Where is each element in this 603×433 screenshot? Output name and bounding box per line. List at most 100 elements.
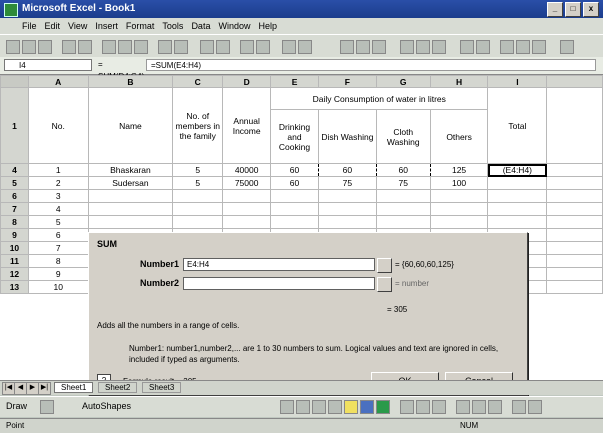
header-drinking[interactable]: Drinking and Cooking [270,109,319,164]
row-header[interactable]: 13 [0,280,29,294]
row-header[interactable]: 5 [0,176,29,190]
row-header[interactable]: 11 [0,254,29,268]
cell-no[interactable]: 8 [27,254,89,268]
cell-name[interactable]: Sudersan [87,176,174,190]
align-right-icon[interactable] [432,40,446,54]
underline-icon[interactable] [372,40,386,54]
menu-tools[interactable]: Tools [162,21,183,31]
align-center-icon[interactable] [416,40,430,54]
row-header-1-3[interactable]: 1 [0,87,29,164]
header-name[interactable]: Name [87,87,174,164]
header-total[interactable]: Total [487,87,548,164]
header-others[interactable]: Others [429,109,489,164]
menu-file[interactable]: File [22,21,37,31]
menu-window[interactable]: Window [218,21,250,31]
close-button[interactable]: x [583,2,599,17]
drawing-icon[interactable] [298,40,312,54]
menu-edit[interactable]: Edit [45,21,61,31]
autoshapes-menu[interactable]: AutoShapes [82,401,131,411]
column-header-f[interactable]: F [317,75,377,88]
column-header-d[interactable]: D [222,75,272,88]
formula-input[interactable]: =SUM(E4:H4) [146,59,596,71]
chart-wizard-icon[interactable] [282,40,296,54]
menu-insert[interactable]: Insert [95,21,118,31]
print-preview-icon[interactable] [78,40,92,54]
function-arguments-dialog[interactable]: SUM Number1 E4:H4 = {60,60,60,125} Numbe… [88,232,528,396]
wordart-icon[interactable] [360,400,374,414]
oval-icon[interactable] [328,400,342,414]
row-header[interactable]: 8 [0,215,29,229]
sort-ascending-icon[interactable] [240,40,254,54]
arrow-icon[interactable] [296,400,310,414]
column-header-g[interactable]: G [375,75,431,88]
italic-icon[interactable] [356,40,370,54]
font-color-draw-icon[interactable] [432,400,446,414]
select-objects-icon[interactable] [40,400,54,414]
cell-name[interactable]: Bhaskaran [87,163,174,177]
header-no[interactable]: No. [27,87,89,164]
redo-icon[interactable] [174,40,188,54]
menu-format[interactable]: Format [126,21,155,31]
paste-icon[interactable] [134,40,148,54]
column-header-b[interactable]: B [87,75,174,88]
3d-icon[interactable] [528,400,542,414]
cell-members[interactable]: 5 [172,176,224,190]
column-header-c[interactable]: C [172,75,224,88]
percent-icon[interactable] [476,40,490,54]
font-color-icon[interactable] [532,40,546,54]
cell-no[interactable]: 4 [27,202,89,216]
name-box[interactable]: I4 [4,59,92,71]
textbox-icon[interactable] [344,400,358,414]
maximize-button[interactable]: □ [565,2,581,17]
header-dish[interactable]: Dish Washing [317,109,377,164]
cell-cloth[interactable]: 60 [375,163,431,177]
line-style-icon[interactable] [456,400,470,414]
row-header[interactable]: 6 [0,189,29,203]
cell-no[interactable]: 9 [27,267,89,281]
function-icon[interactable] [216,40,230,54]
cell-total-active[interactable]: (E4:H4) [487,163,548,177]
sheet-tab-3[interactable]: Sheet3 [142,382,182,393]
cell-total[interactable] [487,176,548,190]
new-icon[interactable] [6,40,20,54]
column-header-i[interactable]: I [487,75,548,88]
cell-no[interactable]: 1 [27,163,89,177]
cell-no[interactable]: 5 [27,215,89,229]
cell-members[interactable]: 5 [172,163,224,177]
save-icon[interactable] [38,40,52,54]
row-header[interactable]: 4 [0,163,29,177]
bold-icon[interactable] [340,40,354,54]
number1-input[interactable]: E4:H4 [183,258,375,271]
cell-drinking[interactable]: 60 [270,163,319,177]
cell-no[interactable]: 6 [27,228,89,242]
clipart-icon[interactable] [376,400,390,414]
cell-no[interactable]: 3 [27,189,89,203]
row-header[interactable]: 9 [0,228,29,242]
fill-color-icon[interactable] [516,40,530,54]
header-members[interactable]: No. of members in the family [172,87,224,164]
open-icon[interactable] [22,40,36,54]
column-header-h[interactable]: H [429,75,489,88]
row-header[interactable]: 12 [0,267,29,281]
header-cloth[interactable]: Cloth Washing [375,109,431,164]
currency-icon[interactable] [460,40,474,54]
cell-dish[interactable]: 60 [317,163,377,177]
line-icon[interactable] [280,400,294,414]
line-color-icon[interactable] [416,400,430,414]
borders-icon[interactable] [500,40,514,54]
sort-descending-icon[interactable] [256,40,270,54]
rectangle-icon[interactable] [312,400,326,414]
cell-drinking[interactable]: 60 [270,176,319,190]
number2-input[interactable] [183,277,375,290]
menu-data[interactable]: Data [191,21,210,31]
collapse-dialog-icon-1[interactable] [377,258,392,273]
cut-icon[interactable] [102,40,116,54]
draw-menu[interactable]: Draw [6,401,27,411]
cell-no[interactable]: 7 [27,241,89,255]
cell-cloth[interactable]: 75 [375,176,431,190]
align-left-icon[interactable] [400,40,414,54]
cell-others[interactable]: 125 [429,163,489,177]
cell-no[interactable]: 10 [27,280,89,294]
cell-others[interactable]: 100 [429,176,489,190]
column-header-e[interactable]: E [270,75,319,88]
